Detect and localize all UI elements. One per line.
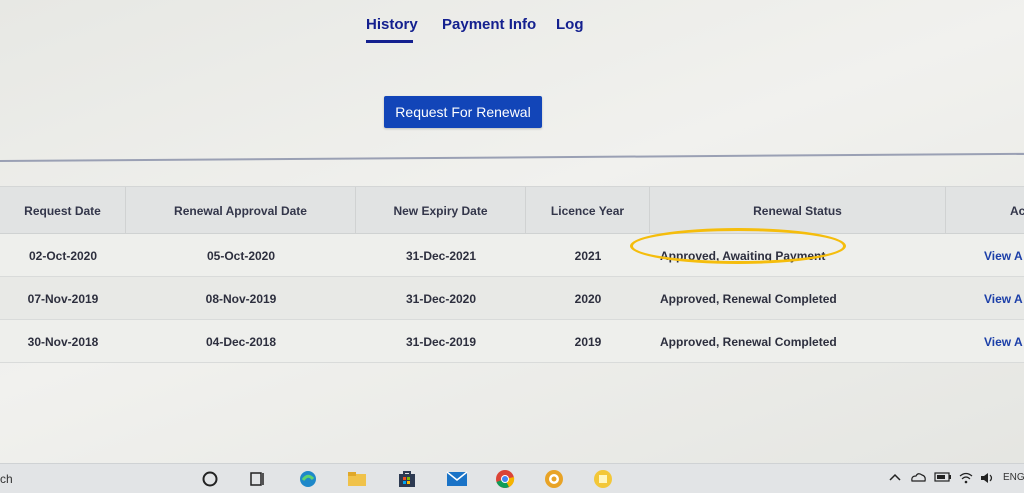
header-expiry-date: New Expiry Date	[356, 187, 526, 235]
table-row: 07-Nov-2019 08-Nov-2019 31-Dec-2020 2020…	[0, 277, 1024, 320]
request-renewal-button[interactable]: Request For Renewal	[384, 96, 542, 128]
taskbar: ch ENG	[0, 463, 1024, 493]
cell-request-date: 30-Nov-2018	[27, 334, 99, 349]
table-row: 30-Nov-2018 04-Dec-2018 31-Dec-2019 2019…	[0, 320, 1024, 363]
table-header: Request Date Renewal Approval Date New E…	[0, 186, 1024, 235]
cell-licence-year: 2020	[574, 291, 602, 306]
battery-icon[interactable]	[934, 472, 952, 485]
tab-history[interactable]: History	[366, 16, 418, 33]
header-approval-date: Renewal Approval Date	[126, 187, 356, 235]
search-box-text[interactable]: ch	[0, 472, 13, 486]
highlight-annotation	[630, 228, 846, 264]
task-view-icon[interactable]	[246, 468, 268, 490]
language-indicator[interactable]: ENG	[1003, 472, 1024, 483]
sticky-notes-icon[interactable]	[592, 468, 614, 490]
onedrive-icon[interactable]	[910, 472, 926, 485]
cell-licence-year: 2019	[574, 334, 602, 349]
view-link[interactable]: View A	[946, 277, 1024, 320]
tab-log[interactable]: Log	[556, 16, 584, 33]
chevron-up-icon[interactable]	[889, 472, 901, 485]
edge-icon[interactable]	[297, 468, 319, 490]
cell-expiry-date: 31-Dec-2019	[405, 334, 477, 349]
file-explorer-icon[interactable]	[346, 468, 368, 490]
cell-request-date: 02-Oct-2020	[28, 248, 98, 263]
cortana-icon[interactable]	[199, 468, 221, 490]
cell-request-date: 07-Nov-2019	[27, 291, 99, 306]
cell-approval-date: 04-Dec-2018	[205, 334, 277, 349]
active-tab-indicator	[366, 40, 413, 43]
wifi-icon[interactable]	[958, 472, 974, 487]
tab-payment-info[interactable]: Payment Info	[442, 16, 536, 33]
cell-approval-date: 05-Oct-2020	[206, 248, 276, 263]
view-link[interactable]: View A	[946, 320, 1024, 363]
tab-bar: History Payment Info Log	[0, 14, 1024, 44]
volume-icon[interactable]	[980, 472, 994, 487]
cell-expiry-date: 31-Dec-2020	[405, 291, 477, 306]
header-request-date: Request Date	[0, 187, 126, 235]
table-body: 02-Oct-2020 05-Oct-2020 31-Dec-2021 2021…	[0, 234, 1024, 363]
view-link[interactable]: View A	[946, 234, 1024, 277]
renewal-history-table: Request Date Renewal Approval Date New E…	[0, 186, 1024, 363]
mail-icon[interactable]	[446, 468, 468, 490]
table-row: 02-Oct-2020 05-Oct-2020 31-Dec-2021 2021…	[0, 234, 1024, 277]
cell-renewal-status: Approved, Renewal Completed	[660, 291, 837, 306]
cell-licence-year: 2021	[574, 248, 602, 263]
store-icon[interactable]	[396, 468, 418, 490]
chrome-icon[interactable]	[494, 468, 516, 490]
cell-renewal-status: Approved, Renewal Completed	[660, 334, 837, 349]
cell-expiry-date: 31-Dec-2021	[405, 248, 477, 263]
cell-approval-date: 08-Nov-2019	[205, 291, 277, 306]
header-renewal-status: Renewal Status	[650, 187, 946, 235]
app-icon[interactable]	[543, 468, 565, 490]
header-action: Ac	[1010, 204, 1024, 218]
section-divider	[0, 152, 1024, 162]
header-licence-year: Licence Year	[526, 187, 650, 235]
